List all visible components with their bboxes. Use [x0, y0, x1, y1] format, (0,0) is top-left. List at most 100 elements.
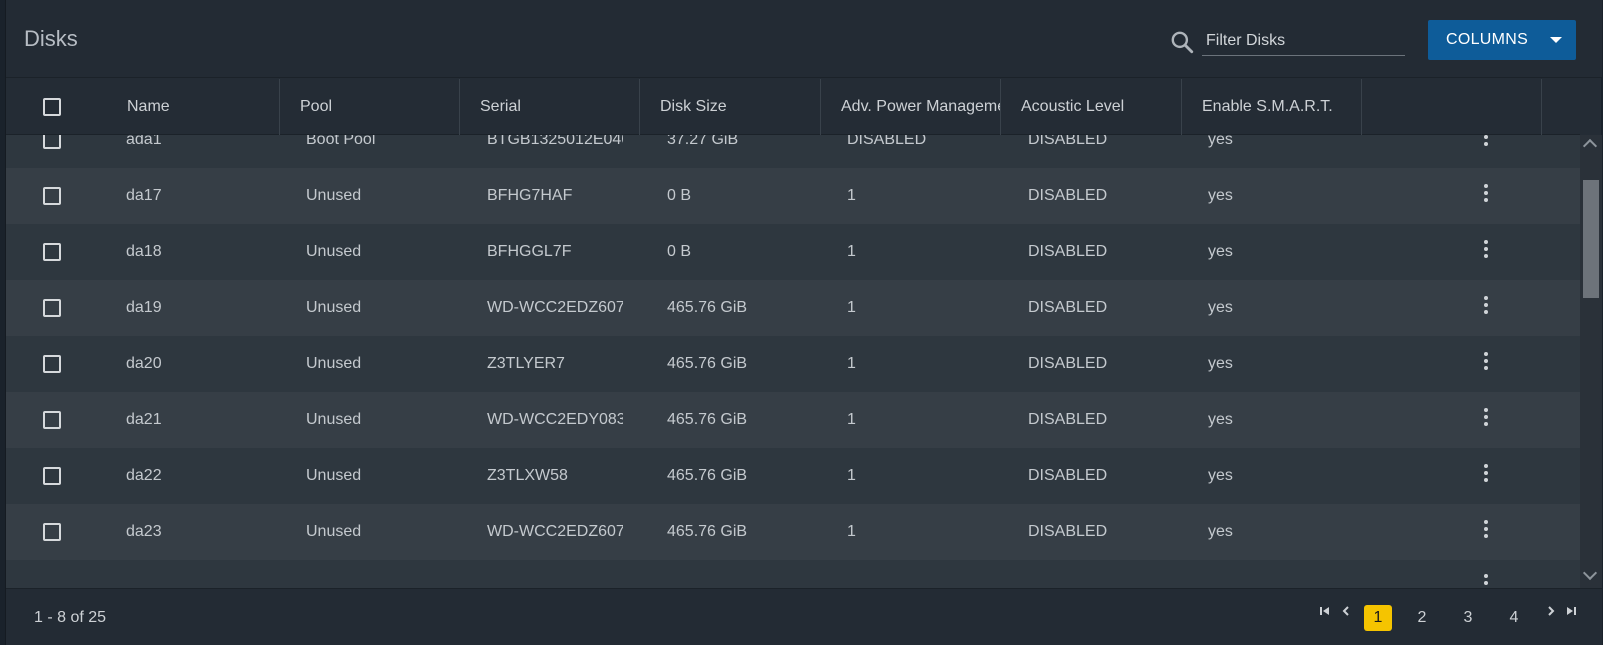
cell-smart: yes	[1208, 523, 1233, 540]
page-4-button[interactable]: 4	[1500, 605, 1528, 631]
cell-disk-size: 0 B	[667, 243, 692, 260]
table-row: ada1 Boot Pool BTGB1325012E040 37.27 GiB…	[6, 135, 1580, 168]
page-1-button[interactable]: 1	[1364, 605, 1392, 631]
filter-disks-input[interactable]	[1202, 26, 1405, 56]
table-row: da20 Unused Z3TLYER7 465.76 GiB 1 DISABL…	[6, 336, 1580, 392]
more-vert-icon[interactable]	[1481, 296, 1491, 320]
table-row: da23 Unused WD-WCC2EDZ607 465.76 GiB 1 D…	[6, 504, 1580, 560]
cell-pool: Unused	[306, 523, 362, 540]
table-row: da21 Unused WD-WCC2EDY083 465.76 GiB 1 D…	[6, 392, 1580, 448]
table-row: da17 Unused BFHG7HAF 0 B 1 DISABLED yes	[6, 168, 1580, 224]
table-body: ada1 Boot Pool BTGB1325012E040 37.27 GiB…	[6, 135, 1580, 588]
header-acoustic-level[interactable]: Acoustic Level	[1021, 98, 1124, 116]
toolbar: Disks COLUMNS	[6, 0, 1602, 78]
cell-smart: yes	[1208, 355, 1233, 372]
header-serial[interactable]: Serial	[480, 98, 521, 116]
cell-serial: BFHG7HAF	[487, 187, 573, 204]
header-disk-size[interactable]: Disk Size	[660, 98, 727, 116]
header-serial-cell: Serial	[460, 79, 640, 135]
last-page-icon[interactable]	[1563, 603, 1579, 619]
caret-down-icon	[1550, 37, 1562, 43]
row-checkbox[interactable]	[43, 355, 61, 373]
row-checkbox[interactable]	[43, 135, 61, 149]
cell-adv-power: DISABLED	[847, 135, 927, 148]
row-checkbox[interactable]	[43, 523, 61, 541]
more-vert-icon[interactable]	[1481, 408, 1491, 432]
table-footer: 1 - 8 of 25 1 2 3 4	[6, 588, 1602, 645]
cell-adv-power: 1	[847, 523, 856, 540]
row-checkbox[interactable]	[43, 299, 61, 317]
cell-adv-power: 1	[847, 299, 856, 316]
header-enable-smart[interactable]: Enable S.M.A.R.T.	[1202, 98, 1333, 116]
scrollbar-thumb[interactable]	[1583, 180, 1599, 298]
cell-acoustic: DISABLED	[1028, 187, 1108, 204]
cell-name: da21	[126, 411, 162, 428]
row-checkbox-cell	[43, 135, 61, 168]
header-apm-cell: Adv. Power Management	[821, 79, 1001, 135]
chevron-left-icon[interactable]	[1338, 603, 1354, 619]
header-pool[interactable]: Pool	[300, 98, 332, 116]
columns-button[interactable]: COLUMNS	[1428, 20, 1576, 60]
cell-smart: yes	[1208, 187, 1233, 204]
table-row-partial	[6, 560, 1580, 588]
cell-pool: Boot Pool	[306, 135, 376, 148]
row-checkbox-cell	[43, 336, 61, 392]
cell-adv-power: 1	[847, 355, 856, 372]
more-vert-icon[interactable]	[1481, 240, 1491, 264]
cell-pool: Unused	[306, 243, 362, 260]
page-2-button[interactable]: 2	[1408, 605, 1436, 631]
header-name[interactable]: Name	[127, 98, 170, 116]
row-checkbox[interactable]	[43, 411, 61, 429]
cell-acoustic: DISABLED	[1028, 411, 1108, 428]
cell-adv-power: 1	[847, 187, 856, 204]
disks-panel: Disks COLUMNS Name Pool Serial Disk Size…	[5, 0, 1602, 645]
header-acoustic-cell: Acoustic Level	[1001, 79, 1182, 135]
cell-name: da17	[126, 187, 162, 204]
page-title: Disks	[24, 26, 78, 51]
cell-smart: yes	[1208, 135, 1233, 148]
page-3-button[interactable]: 3	[1454, 605, 1482, 631]
columns-button-label: COLUMNS	[1446, 31, 1529, 48]
row-checkbox[interactable]	[43, 467, 61, 485]
row-checkbox-cell	[43, 168, 61, 224]
table-row: da22 Unused Z3TLXW58 465.76 GiB 1 DISABL…	[6, 448, 1580, 504]
cell-pool: Unused	[306, 467, 362, 484]
cell-name: da19	[126, 299, 162, 316]
row-checkbox[interactable]	[43, 187, 61, 205]
table-row: da18 Unused BFHGGL7F 0 B 1 DISABLED yes	[6, 224, 1580, 280]
more-vert-icon[interactable]	[1481, 574, 1491, 588]
select-all-checkbox[interactable]	[43, 98, 61, 116]
cell-serial: BTGB1325012E040	[487, 135, 623, 148]
more-vert-icon[interactable]	[1481, 184, 1491, 208]
cell-smart: yes	[1208, 299, 1233, 316]
more-vert-icon[interactable]	[1481, 135, 1491, 152]
cell-smart: yes	[1208, 411, 1233, 428]
first-page-icon[interactable]	[1317, 603, 1333, 619]
table-row: da19 Unused WD-WCC2EDZ6074 465.76 GiB 1 …	[6, 280, 1580, 336]
cell-acoustic: DISABLED	[1028, 135, 1108, 148]
header-adv-power-management[interactable]: Adv. Power Management	[841, 98, 1000, 116]
chevron-right-icon[interactable]	[1543, 603, 1559, 619]
row-checkbox[interactable]	[43, 243, 61, 261]
scroll-up-icon[interactable]	[1582, 138, 1598, 154]
more-vert-icon[interactable]	[1481, 520, 1491, 544]
scroll-down-icon[interactable]	[1582, 565, 1598, 581]
more-vert-icon[interactable]	[1481, 464, 1491, 488]
cell-name: ada1	[126, 135, 162, 148]
cell-disk-size: 0 B	[667, 187, 692, 204]
vertical-scrollbar[interactable]	[1580, 135, 1602, 588]
cell-pool: Unused	[306, 299, 362, 316]
cell-smart: yes	[1208, 243, 1233, 260]
cell-name: da22	[126, 467, 162, 484]
more-vert-icon[interactable]	[1481, 352, 1491, 376]
cell-serial: BFHGGL7F	[487, 243, 572, 260]
row-checkbox-cell	[43, 392, 61, 448]
cell-acoustic: DISABLED	[1028, 299, 1108, 316]
cell-pool: Unused	[306, 187, 362, 204]
row-checkbox-cell	[43, 280, 61, 336]
cell-pool: Unused	[306, 355, 362, 372]
header-pool-cell: Pool	[280, 79, 460, 135]
cell-acoustic: DISABLED	[1028, 355, 1108, 372]
search-icon[interactable]	[1169, 29, 1195, 55]
cell-serial: WD-WCC2EDZ6074	[487, 299, 623, 316]
